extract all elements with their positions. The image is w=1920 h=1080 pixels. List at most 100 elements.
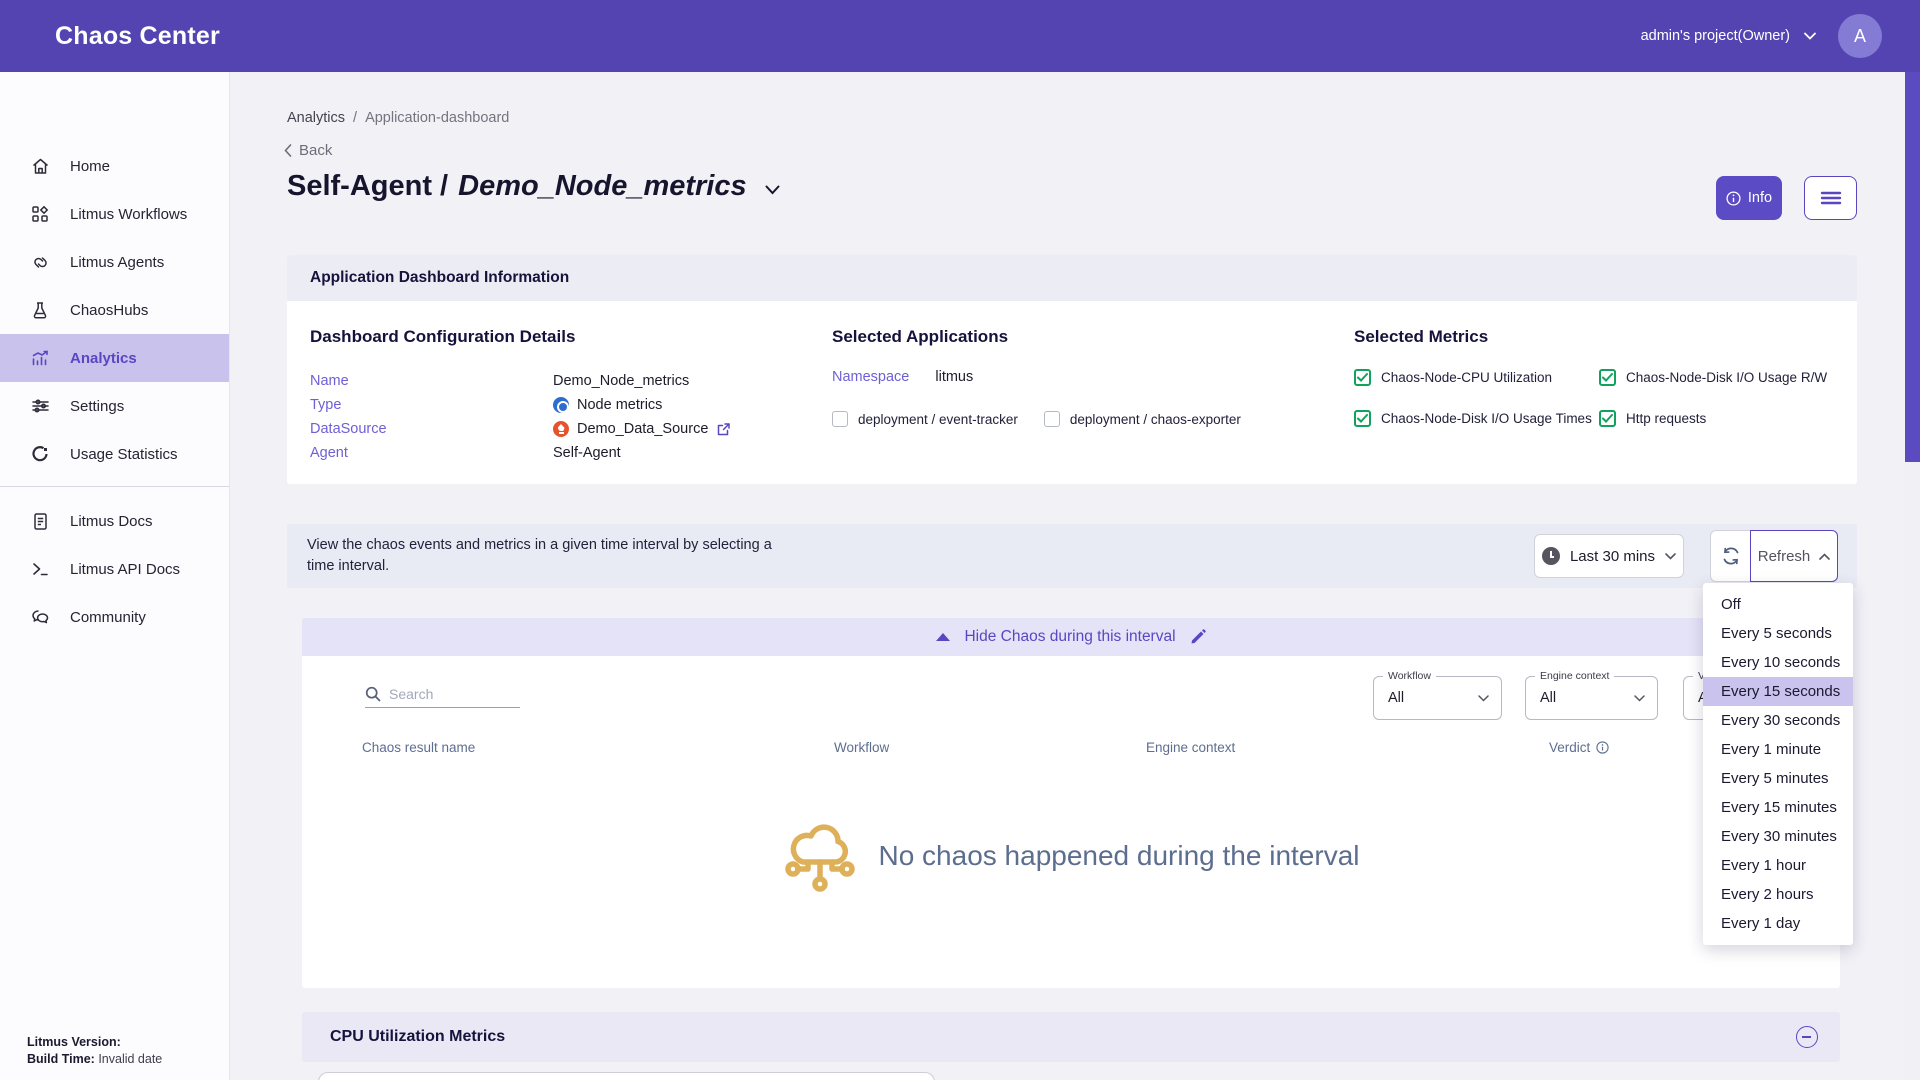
config-value: Demo_Data_Source: [553, 417, 731, 441]
dashboard-info-card: Application Dashboard Information Dashbo…: [287, 255, 1857, 484]
sidebar-item-community[interactable]: Community: [0, 593, 229, 641]
search-input[interactable]: [389, 686, 499, 702]
checkbox-event-tracker[interactable]: deployment / event-tracker: [832, 411, 1018, 427]
refresh-now-button[interactable]: [1710, 530, 1750, 582]
external-link-icon[interactable]: [716, 422, 731, 437]
config-datasource-text: Demo_Data_Source: [577, 417, 708, 441]
document-icon: [30, 511, 50, 531]
dashboard-info-body: Dashboard Configuration Details Name Dem…: [287, 301, 1857, 465]
time-interval-bar: View the chaos events and metrics in a g…: [287, 524, 1857, 588]
hamburger-icon: [1820, 191, 1842, 205]
checkbox-disk-io-times[interactable]: Chaos-Node-Disk I/O Usage Times: [1354, 410, 1599, 427]
menu-item-every-1-hour[interactable]: Every 1 hour: [1703, 851, 1853, 880]
table-toolbar: Workflow All Engine context All Verdict …: [302, 656, 1840, 740]
config-row-agent: Agent Self-Agent: [310, 441, 832, 465]
sidebar-divider: [0, 486, 229, 487]
workflow-filter-dropdown[interactable]: Workflow All: [1373, 676, 1502, 720]
checkbox-checked-icon[interactable]: [1354, 410, 1371, 427]
sidebar-item-usage-statistics[interactable]: Usage Statistics: [0, 430, 229, 478]
menu-item-off[interactable]: Off: [1703, 590, 1853, 619]
checkbox-cpu-utilization[interactable]: Chaos-Node-CPU Utilization: [1354, 369, 1599, 386]
menu-item-every-30-seconds[interactable]: Every 30 seconds: [1703, 706, 1853, 735]
config-value: Demo_Node_metrics: [553, 369, 689, 393]
checkbox-checked-icon[interactable]: [1599, 369, 1616, 386]
menu-item-every-2-hours[interactable]: Every 2 hours: [1703, 880, 1853, 909]
engine-context-filter-dropdown[interactable]: Engine context All: [1525, 676, 1658, 720]
checkbox-unchecked-icon[interactable]: [832, 411, 848, 427]
sidebar-item-label: Home: [70, 158, 110, 175]
title-dashboard-name: Demo_Node_metrics: [458, 170, 747, 203]
sidebar-item-label: Litmus API Docs: [70, 561, 180, 578]
collapse-minus-icon[interactable]: [1796, 1026, 1818, 1048]
hide-chaos-toggle[interactable]: Hide Chaos during this interval: [302, 618, 1840, 656]
build-time-label: Build Time:: [27, 1052, 95, 1066]
menu-item-every-1-day[interactable]: Every 1 day: [1703, 909, 1853, 938]
sliders-icon: [30, 396, 50, 416]
info-button-label: Info: [1748, 190, 1772, 206]
sidebar-item-litmus-docs[interactable]: Litmus Docs: [0, 497, 229, 545]
breadcrumb-analytics[interactable]: Analytics: [287, 110, 345, 126]
menu-item-every-1-minute[interactable]: Every 1 minute: [1703, 735, 1853, 764]
avatar-letter: A: [1854, 26, 1866, 47]
search-icon: [365, 686, 381, 702]
checkbox-unchecked-icon[interactable]: [1044, 411, 1060, 427]
config-label: Name: [310, 369, 553, 393]
sidebar-item-settings[interactable]: Settings: [0, 382, 229, 430]
sidebar-item-label: Analytics: [70, 350, 137, 367]
cpu-metrics-title: CPU Utilization Metrics: [330, 1028, 505, 1046]
info-circle-icon: [1726, 191, 1741, 206]
cloud-circuit-icon: [782, 814, 858, 896]
sidebar-item-litmus-api-docs[interactable]: Litmus API Docs: [0, 545, 229, 593]
sidebar-item-label: Settings: [70, 398, 124, 415]
header-right: admin's project(Owner) A: [1641, 14, 1882, 58]
sidebar-item-litmus-agents[interactable]: Litmus Agents: [0, 238, 229, 286]
dashboard-info-title: Application Dashboard Information: [310, 269, 569, 287]
title-agent: Self-Agent /: [287, 170, 448, 203]
checkbox-label: deployment / event-tracker: [858, 412, 1018, 427]
title-actions: Info: [1716, 176, 1857, 220]
avatar[interactable]: A: [1838, 14, 1882, 58]
checkbox-checked-icon[interactable]: [1599, 410, 1616, 427]
top-header: Chaos Center admin's project(Owner) A: [0, 0, 1920, 72]
menu-item-every-15-seconds[interactable]: Every 15 seconds: [1703, 677, 1853, 706]
refresh-rate-dropdown[interactable]: Refresh: [1750, 530, 1838, 582]
menu-item-every-5-minutes[interactable]: Every 5 minutes: [1703, 764, 1853, 793]
menu-item-every-15-minutes[interactable]: Every 15 minutes: [1703, 793, 1853, 822]
time-range-dropdown[interactable]: Last 30 mins: [1534, 534, 1684, 578]
search-field[interactable]: [365, 686, 520, 708]
filter-value: All: [1388, 690, 1404, 706]
checkbox-label: Chaos-Node-CPU Utilization: [1381, 370, 1552, 385]
checkbox-label: Http requests: [1626, 411, 1706, 426]
sidebar-item-home[interactable]: Home: [0, 142, 229, 190]
back-button[interactable]: Back: [284, 142, 332, 159]
menu-item-every-30-minutes[interactable]: Every 30 minutes: [1703, 822, 1853, 851]
title-chevron-down-icon[interactable]: [765, 185, 780, 195]
sidebar-item-chaoshubs[interactable]: ChaosHubs: [0, 286, 229, 334]
hide-chaos-label: Hide Chaos during this interval: [964, 628, 1175, 646]
sidebar-item-litmus-workflows[interactable]: Litmus Workflows: [0, 190, 229, 238]
usage-icon: [30, 444, 50, 464]
checkbox-http-requests[interactable]: Http requests: [1599, 410, 1857, 427]
filter-label: Engine context: [1535, 670, 1614, 682]
app-title: Chaos Center: [55, 22, 220, 51]
menu-item-every-5-seconds[interactable]: Every 5 seconds: [1703, 619, 1853, 648]
sidebar-item-analytics[interactable]: Analytics: [0, 334, 229, 382]
selected-metrics-column: Selected Metrics Chaos-Node-CPU Utilizat…: [1354, 327, 1857, 465]
config-value: Self-Agent: [553, 441, 621, 465]
config-type-text: Node metrics: [577, 393, 662, 417]
checkbox-disk-io-rw[interactable]: Chaos-Node-Disk I/O Usage R/W: [1599, 369, 1857, 386]
edit-pencil-icon[interactable]: [1190, 629, 1206, 645]
hamburger-menu-button[interactable]: [1804, 176, 1857, 220]
menu-item-every-10-seconds[interactable]: Every 10 seconds: [1703, 648, 1853, 677]
config-label: DataSource: [310, 417, 553, 441]
scrollbar-track[interactable]: [1905, 72, 1920, 1080]
refresh-icon: [1721, 546, 1741, 566]
prometheus-icon: [553, 421, 569, 437]
checkbox-checked-icon[interactable]: [1354, 369, 1371, 386]
scrollbar-thumb[interactable]: [1905, 72, 1920, 462]
checkbox-label: Chaos-Node-Disk I/O Usage Times: [1381, 411, 1592, 426]
info-button[interactable]: Info: [1716, 176, 1782, 220]
checkbox-chaos-exporter[interactable]: deployment / chaos-exporter: [1044, 411, 1241, 427]
project-selector[interactable]: admin's project(Owner): [1641, 28, 1816, 44]
info-circle-icon[interactable]: [1596, 741, 1609, 754]
